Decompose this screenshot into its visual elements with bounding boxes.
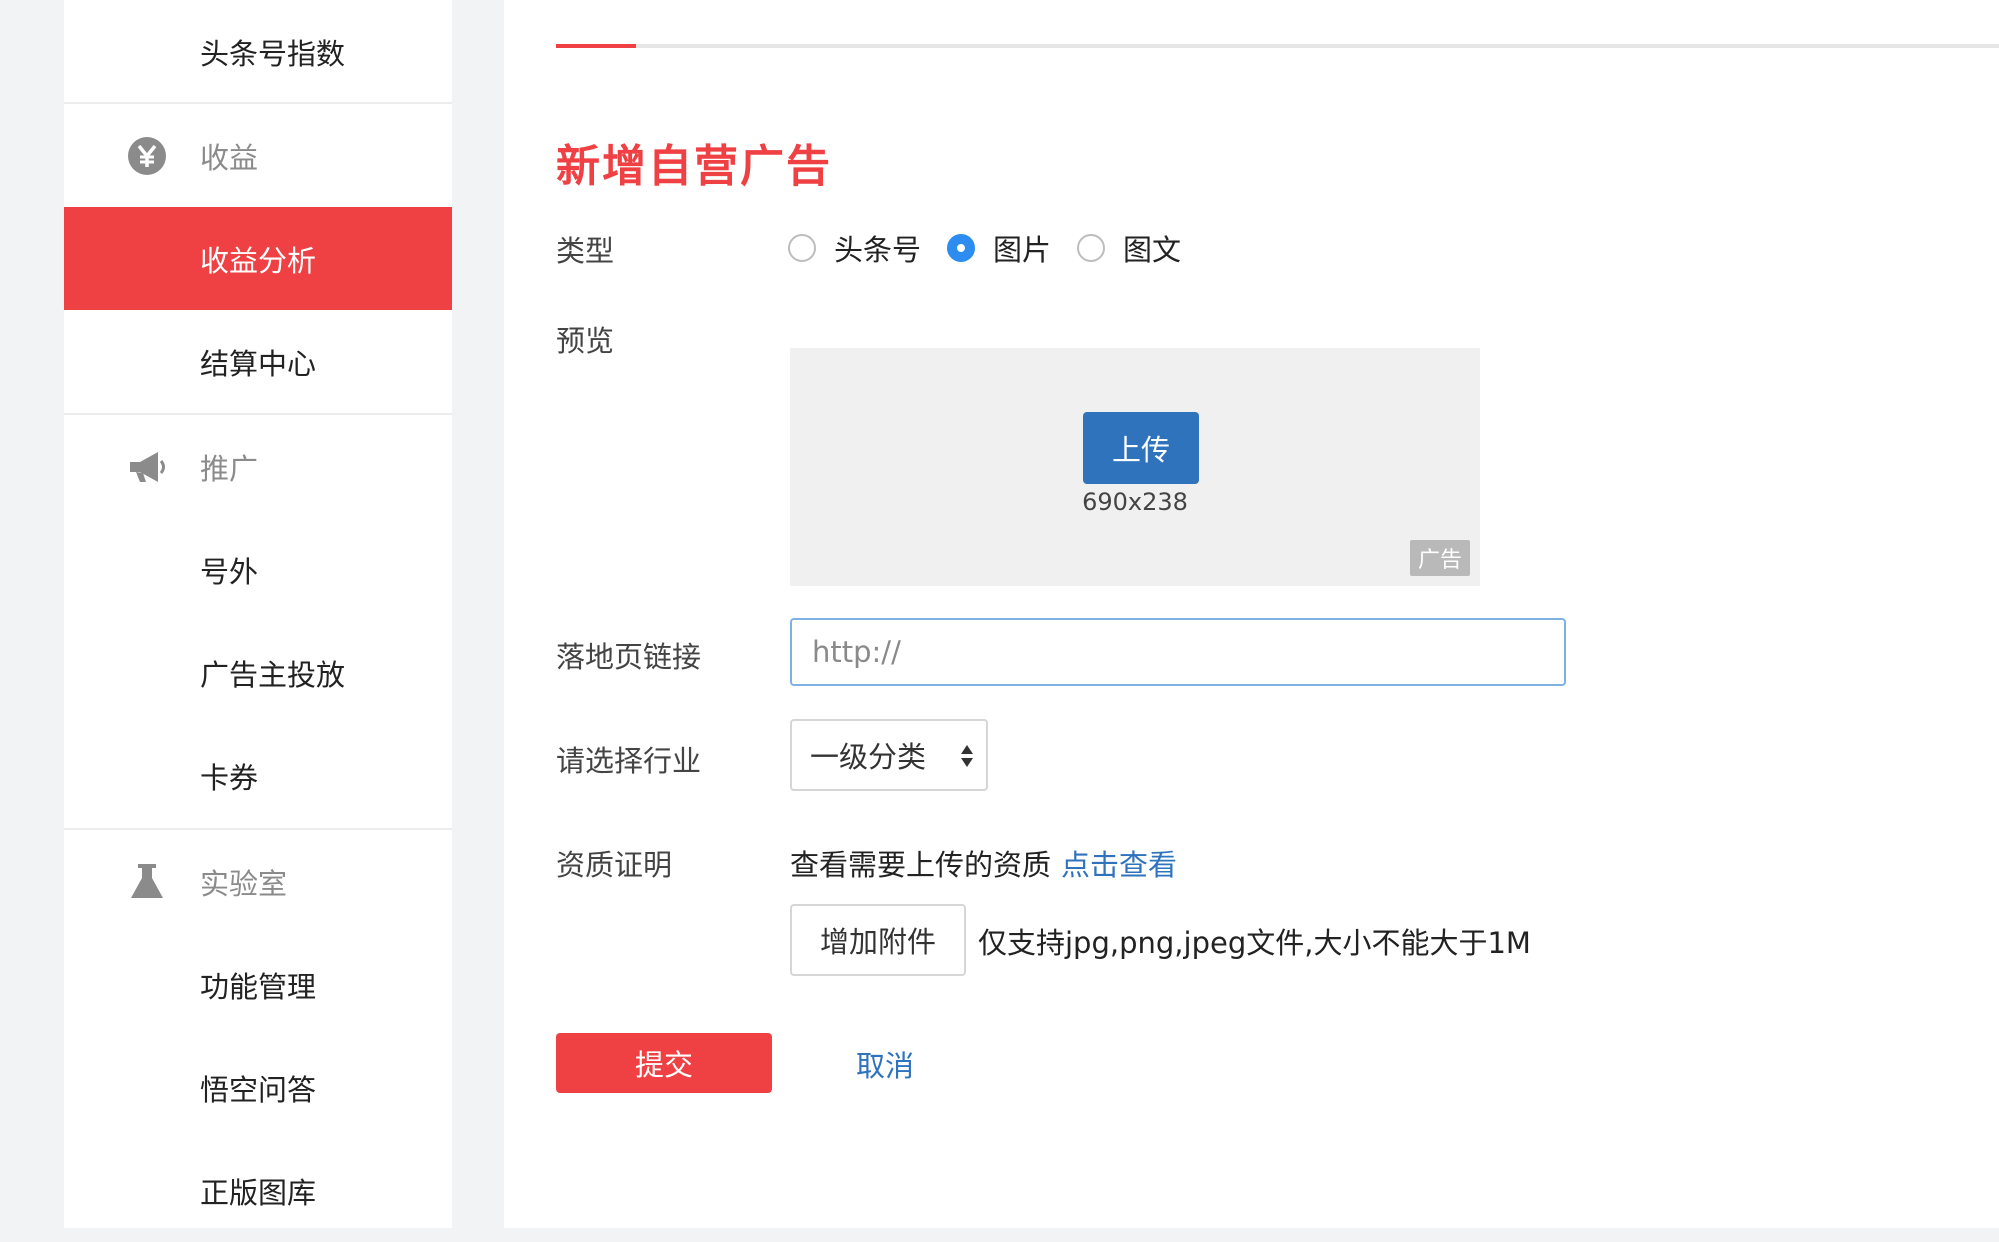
type-radio-group: 头条号 图片 图文 <box>788 228 1207 268</box>
qualification-text: 查看需要上传的资质 <box>790 848 1052 882</box>
megaphone-icon <box>126 446 168 488</box>
sidebar-item-label: 功能管理 <box>200 969 317 1004</box>
qualification-view-link[interactable]: 点击查看 <box>1061 848 1177 882</box>
sidebar-item-label: 悟空问答 <box>200 1072 317 1107</box>
landing-page-label: 落地页链接 <box>556 640 702 674</box>
sidebar-item-coupons[interactable]: 卡券 <box>64 724 452 827</box>
sidebar-section-label: 实验室 <box>200 866 288 901</box>
yen-coin-icon <box>126 135 168 177</box>
main-content: 新增自营广告 类型 头条号 图片 图文 预览 上传 690x238 广告 落地页… <box>504 0 1999 1228</box>
sidebar-item-advertiser[interactable]: 广告主投放 <box>64 621 452 724</box>
sidebar-item-toutiao-index[interactable]: 头条号指数 <box>64 0 452 103</box>
sidebar-item-extra[interactable]: 号外 <box>64 518 452 621</box>
sidebar-item-wukong-qa[interactable]: 悟空问答 <box>64 1036 452 1139</box>
submit-button[interactable]: 提交 <box>556 1033 772 1093</box>
radio-image[interactable]: 图片 <box>947 227 1051 269</box>
radio-image-text[interactable]: 图文 <box>1077 227 1181 269</box>
sidebar-item-image-library[interactable]: 正版图库 <box>64 1139 452 1242</box>
cancel-button[interactable]: 取消 <box>856 1043 914 1085</box>
sidebar-item-label: 号外 <box>200 554 259 589</box>
tab-track <box>556 44 1999 48</box>
qualification-info: 查看需要上传的资质 点击查看 <box>790 842 1177 884</box>
ad-preview-area: 上传 690x238 广告 <box>790 348 1480 586</box>
radio-label: 图文 <box>1123 233 1182 267</box>
upload-button[interactable]: 上传 <box>1083 412 1199 484</box>
sidebar-section-label: 收益 <box>200 140 259 175</box>
radio-label: 图片 <box>993 233 1052 267</box>
sidebar-item-label: 收益分析 <box>200 243 317 278</box>
preview-size-hint: 690x238 <box>1082 488 1188 516</box>
ad-tag-badge: 广告 <box>1410 540 1470 576</box>
sidebar-item-settlement-center[interactable]: 结算中心 <box>64 310 452 413</box>
select-arrows-icon <box>960 743 974 769</box>
radio-circle-checked <box>947 234 976 262</box>
page-title: 新增自营广告 <box>556 141 832 192</box>
sidebar-item-revenue-analysis[interactable]: 收益分析 <box>64 207 452 310</box>
sidebar-section-label: 推广 <box>200 451 259 486</box>
sidebar-item-label: 广告主投放 <box>200 657 346 692</box>
industry-select[interactable]: 一级分类 <box>790 719 988 791</box>
sidebar-item-feature-management[interactable]: 功能管理 <box>64 933 452 1036</box>
qualification-label: 资质证明 <box>556 848 673 882</box>
tab-active-indicator <box>556 44 636 48</box>
sidebar-section-lab[interactable]: 实验室 <box>64 830 452 933</box>
sidebar-item-label: 头条号指数 <box>200 36 346 71</box>
landing-url-input[interactable] <box>790 618 1566 686</box>
attachment-hint: 仅支持jpg,png,jpeg文件,大小不能大于1M <box>978 926 1531 960</box>
industry-select-value: 一级分类 <box>810 740 927 774</box>
sidebar-section-promotion[interactable]: 推广 <box>64 415 452 518</box>
preview-label: 预览 <box>556 324 615 358</box>
sidebar-item-label: 结算中心 <box>200 346 317 381</box>
sidebar-item-label: 正版图库 <box>200 1175 317 1210</box>
industry-label: 请选择行业 <box>556 744 702 778</box>
sidebar-section-revenue[interactable]: 收益 <box>64 104 452 207</box>
sidebar: 头条号指数 收益 收益分析 结算中心 推广 号外 广告主投放 卡券 实验室 功能… <box>64 0 452 1228</box>
flask-icon <box>126 861 168 903</box>
radio-circle <box>1077 234 1106 262</box>
radio-label: 头条号 <box>834 233 922 267</box>
add-attachment-button[interactable]: 增加附件 <box>790 904 966 976</box>
radio-toutiao[interactable]: 头条号 <box>788 227 921 269</box>
type-label: 类型 <box>556 234 615 268</box>
sidebar-item-label: 卡券 <box>200 760 259 795</box>
radio-circle <box>788 234 816 262</box>
